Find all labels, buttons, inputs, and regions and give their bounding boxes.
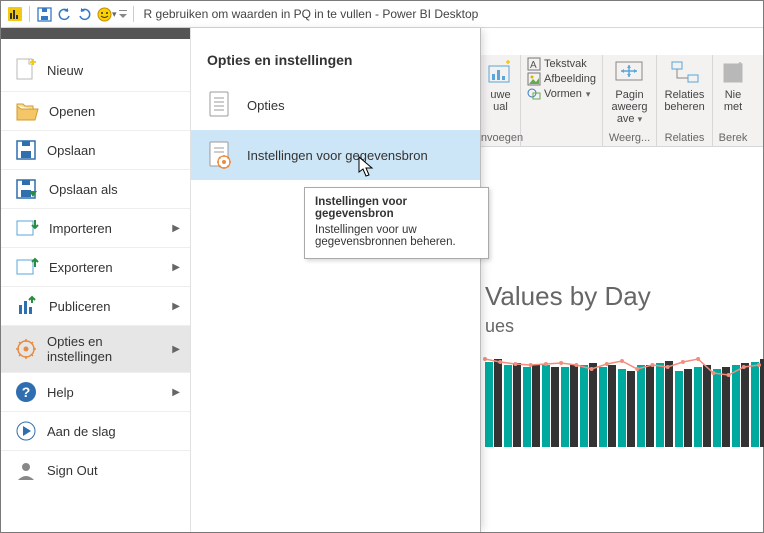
file-item-label: Sign Out (47, 463, 180, 478)
chevron-right-icon: ▶ (172, 387, 180, 398)
ribbon: uwe ual Invoegen A Tekstvak Afbeelding V… (481, 55, 763, 147)
window-title: R gebruiken om waarden in PQ in te vulle… (144, 7, 479, 21)
bar-pair (599, 365, 616, 447)
help-icon: ? (15, 381, 37, 403)
bar-pair (732, 363, 749, 447)
svg-text:?: ? (22, 384, 31, 400)
ribbon-group-relations-label: Relaties (665, 132, 705, 146)
options-icon (207, 90, 233, 120)
bar-pair (675, 369, 692, 447)
tooltip-body: Instellingen voor uw gegevensbronnen beh… (315, 224, 478, 248)
undo-icon[interactable] (55, 5, 73, 23)
bar-pair (504, 363, 521, 447)
bar-pair (694, 365, 711, 447)
file-item-new[interactable]: Nieuw (1, 49, 190, 91)
file-item-label: Openen (49, 104, 180, 119)
file-item-signout[interactable]: Sign Out (1, 451, 190, 489)
chevron-right-icon: ▶ (172, 344, 180, 355)
options-item[interactable]: Opties (191, 80, 480, 130)
data-source-settings-item[interactable]: Instellingen voor gegevensbron (191, 130, 480, 180)
ribbon-new-visual[interactable]: uwe ual (485, 57, 517, 113)
file-item-label: Opslaan als (49, 182, 180, 197)
bar-pair (485, 359, 502, 447)
svg-text:A: A (530, 60, 537, 71)
data-source-settings-item-label: Instellingen voor gegevensbron (247, 148, 428, 163)
file-item-open[interactable]: Openen (1, 92, 190, 130)
signout-icon (15, 459, 37, 481)
ribbon-group-calc-label: Berek (719, 132, 748, 146)
file-item-publish[interactable]: Publiceren ▶ (1, 287, 190, 325)
file-item-label: Aan de slag (47, 424, 180, 439)
ribbon-page-view[interactable]: Pagin aweerg ave ▾ (611, 57, 647, 125)
file-backstage: Nieuw Openen Opslaan Opslaan als Importeren ▶… (1, 28, 481, 532)
save-icon (15, 139, 37, 161)
settings-panel: Opties en instellingen Opties (191, 28, 480, 532)
ribbon-shapes[interactable]: Vormen▾ (527, 87, 596, 101)
export-icon (15, 256, 39, 278)
bar-pair (713, 367, 730, 447)
options-item-label: Opties (247, 98, 285, 113)
settings-icon (15, 338, 37, 360)
file-item-settings[interactable]: Opties en instellingen ▶ (1, 326, 190, 372)
chevron-right-icon: ▶ (172, 301, 180, 312)
bar-pair (637, 365, 654, 447)
open-icon (15, 100, 39, 122)
chart-area: Values by Day ues (481, 171, 763, 532)
file-item-label: Importeren (49, 221, 162, 236)
import-icon (15, 217, 39, 239)
ribbon-tab-strip (481, 28, 763, 55)
chevron-right-icon: ▶ (172, 223, 180, 234)
ribbon-textbox[interactable]: A Tekstvak (527, 57, 596, 71)
file-item-saveas[interactable]: Opslaan als (1, 170, 190, 208)
file-item-start[interactable]: Aan de slag (1, 412, 190, 450)
chart[interactable] (481, 347, 763, 447)
smiley-dropdown-caret[interactable]: ▾ (112, 9, 117, 20)
file-menu: Nieuw Openen Opslaan Opslaan als Importeren ▶… (1, 28, 191, 532)
ribbon-manage-relations[interactable]: Relaties beheren (664, 57, 704, 113)
file-item-label: Opslaan (47, 143, 180, 158)
file-item-help[interactable]: ? Help ▶ (1, 373, 190, 411)
file-item-label: Exporteren (49, 260, 162, 275)
chart-subtitle: ues (485, 316, 763, 337)
publish-icon (15, 295, 39, 317)
new-icon (15, 57, 37, 83)
bar-pair (618, 369, 635, 447)
title-bar: ▾ R gebruiken om waarden in PQ in te vul… (1, 1, 763, 28)
file-item-label: Opties en instellingen (47, 334, 162, 364)
smiley-icon[interactable] (95, 5, 113, 23)
bar-pair (751, 359, 764, 447)
file-item-export[interactable]: Exporteren ▶ (1, 248, 190, 286)
tooltip-title: Instellingen voor gegevensbron (315, 196, 478, 220)
file-item-label: Publiceren (49, 299, 162, 314)
file-item-import[interactable]: Importeren ▶ (1, 209, 190, 247)
data-source-settings-icon (207, 140, 233, 170)
saveas-icon (15, 178, 39, 200)
bar-pair (542, 365, 559, 447)
bar-pair (561, 365, 578, 447)
ribbon-new-measure: Nie met (717, 57, 749, 113)
file-item-label: Help (47, 385, 162, 400)
start-icon (15, 420, 37, 442)
app-icon (6, 5, 24, 23)
file-item-save[interactable]: Opslaan (1, 131, 190, 169)
chevron-right-icon: ▶ (172, 262, 180, 273)
ribbon-image[interactable]: Afbeelding (527, 72, 596, 86)
redo-icon[interactable] (75, 5, 93, 23)
tooltip: Instellingen voor gegevensbron Instellin… (304, 187, 489, 259)
bar-pair (523, 365, 540, 447)
ribbon-group-insert-label: Invoegen (478, 132, 523, 146)
ribbon-group-view-label: Weerg... (609, 132, 650, 146)
bar-pair (580, 363, 597, 447)
settings-panel-title: Opties en instellingen (191, 28, 480, 80)
save-icon[interactable] (35, 5, 53, 23)
chart-title: Values by Day (485, 281, 763, 312)
qat-customize-icon[interactable] (118, 5, 128, 23)
bar-pair (656, 361, 673, 447)
file-item-label: Nieuw (47, 63, 180, 78)
